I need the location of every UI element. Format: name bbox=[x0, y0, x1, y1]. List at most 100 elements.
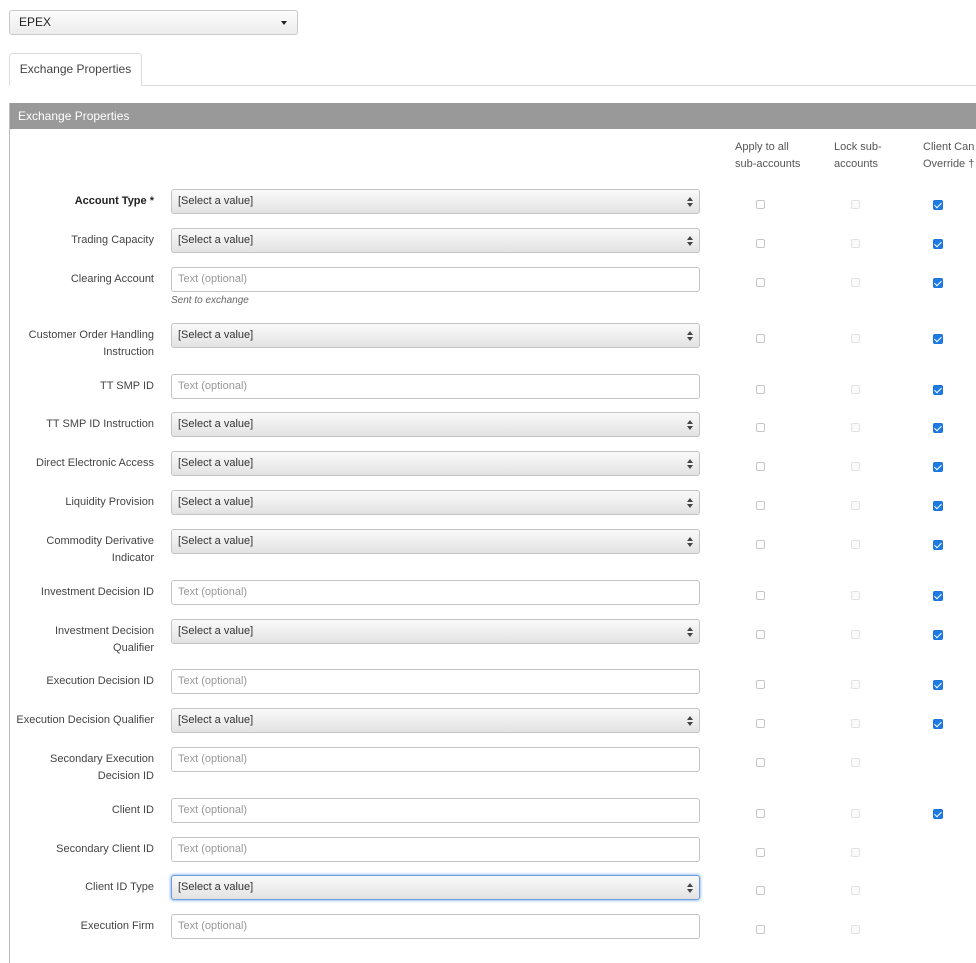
lock-sub-accounts-checkbox[interactable] bbox=[851, 925, 860, 934]
lock-sub-accounts-checkbox[interactable] bbox=[851, 385, 860, 394]
client-can-override-checkbox[interactable] bbox=[933, 334, 943, 344]
field-label: Investment Decision Qualifier bbox=[54, 625, 154, 654]
lock-sub-accounts-checkbox[interactable] bbox=[851, 501, 860, 510]
field-label: Execution Firm bbox=[80, 920, 154, 932]
column-header-apply-all: Apply to all sub-accounts bbox=[735, 141, 801, 170]
caret-down-icon bbox=[281, 21, 287, 25]
apply-to-all-checkbox[interactable] bbox=[756, 848, 765, 857]
client-can-override-checkbox[interactable] bbox=[933, 501, 943, 511]
text-input[interactable]: Text (optional) bbox=[171, 914, 700, 939]
value-select[interactable]: [Select a value] bbox=[171, 323, 700, 348]
lock-sub-accounts-checkbox[interactable] bbox=[851, 423, 860, 432]
field-label: Investment Decision ID bbox=[40, 586, 154, 598]
apply-to-all-checkbox[interactable] bbox=[756, 200, 765, 209]
updown-arrows-icon bbox=[686, 536, 694, 548]
apply-to-all-checkbox[interactable] bbox=[756, 758, 765, 767]
apply-to-all-checkbox[interactable] bbox=[756, 278, 765, 287]
client-can-override-checkbox[interactable] bbox=[933, 239, 943, 249]
lock-sub-accounts-checkbox[interactable] bbox=[851, 591, 860, 600]
client-can-override-checkbox[interactable] bbox=[933, 680, 943, 690]
apply-to-all-checkbox[interactable] bbox=[756, 809, 765, 818]
exchange-select-value: EPEX bbox=[19, 15, 52, 29]
client-can-override-checkbox[interactable] bbox=[933, 200, 943, 210]
updown-arrows-icon bbox=[686, 235, 694, 247]
updown-arrows-icon bbox=[686, 330, 694, 342]
text-input[interactable]: Text (optional) bbox=[171, 747, 700, 772]
text-input[interactable]: Text (optional) bbox=[171, 837, 700, 862]
lock-sub-accounts-checkbox[interactable] bbox=[851, 680, 860, 689]
field-label: TT SMP ID bbox=[100, 380, 154, 392]
text-input[interactable]: Text (optional) bbox=[171, 267, 700, 292]
lock-sub-accounts-checkbox[interactable] bbox=[851, 719, 860, 728]
apply-to-all-checkbox[interactable] bbox=[756, 540, 765, 549]
input-placeholder: Text (optional) bbox=[178, 675, 248, 687]
client-can-override-checkbox[interactable] bbox=[933, 719, 943, 729]
select-placeholder: [Select a value] bbox=[178, 714, 254, 726]
text-input[interactable]: Text (optional) bbox=[171, 669, 700, 694]
client-can-override-checkbox[interactable] bbox=[933, 385, 943, 395]
value-select[interactable]: [Select a value] bbox=[171, 189, 700, 214]
updown-arrows-icon bbox=[686, 458, 694, 470]
client-can-override-checkbox[interactable] bbox=[933, 278, 943, 288]
apply-to-all-checkbox[interactable] bbox=[756, 385, 765, 394]
apply-to-all-checkbox[interactable] bbox=[756, 423, 765, 432]
apply-to-all-checkbox[interactable] bbox=[756, 239, 765, 248]
client-can-override-checkbox[interactable] bbox=[933, 630, 943, 640]
lock-sub-accounts-checkbox[interactable] bbox=[851, 758, 860, 767]
apply-to-all-checkbox[interactable] bbox=[756, 591, 765, 600]
select-placeholder: [Select a value] bbox=[178, 234, 254, 246]
updown-arrows-icon bbox=[686, 715, 694, 727]
field-hint: Sent to exchange bbox=[171, 295, 249, 306]
lock-sub-accounts-checkbox[interactable] bbox=[851, 809, 860, 818]
value-select[interactable]: [Select a value] bbox=[171, 529, 700, 554]
apply-to-all-checkbox[interactable] bbox=[756, 719, 765, 728]
lock-sub-accounts-checkbox[interactable] bbox=[851, 630, 860, 639]
lock-sub-accounts-checkbox[interactable] bbox=[851, 886, 860, 895]
lock-sub-accounts-checkbox[interactable] bbox=[851, 848, 860, 857]
select-placeholder: [Select a value] bbox=[178, 457, 254, 469]
field-label: Account Type * bbox=[74, 195, 154, 207]
client-can-override-checkbox[interactable] bbox=[933, 809, 943, 819]
value-select[interactable]: [Select a value] bbox=[171, 875, 700, 900]
input-placeholder: Text (optional) bbox=[178, 843, 248, 855]
updown-arrows-icon bbox=[686, 882, 694, 894]
apply-to-all-checkbox[interactable] bbox=[756, 334, 765, 343]
text-input[interactable]: Text (optional) bbox=[171, 374, 700, 399]
value-select[interactable]: [Select a value] bbox=[171, 412, 700, 437]
apply-to-all-checkbox[interactable] bbox=[756, 501, 765, 510]
apply-to-all-checkbox[interactable] bbox=[756, 462, 765, 471]
exchange-select[interactable]: EPEX bbox=[9, 10, 298, 35]
select-placeholder: [Select a value] bbox=[178, 418, 254, 430]
value-select[interactable]: [Select a value] bbox=[171, 451, 700, 476]
apply-to-all-checkbox[interactable] bbox=[756, 630, 765, 639]
value-select[interactable]: [Select a value] bbox=[171, 228, 700, 253]
lock-sub-accounts-checkbox[interactable] bbox=[851, 239, 860, 248]
lock-sub-accounts-checkbox[interactable] bbox=[851, 540, 860, 549]
value-select[interactable]: [Select a value] bbox=[171, 708, 700, 733]
client-can-override-checkbox[interactable] bbox=[933, 540, 943, 550]
field-label: Liquidity Provision bbox=[65, 496, 154, 508]
text-input[interactable]: Text (optional) bbox=[171, 580, 700, 605]
apply-to-all-checkbox[interactable] bbox=[756, 925, 765, 934]
select-placeholder: [Select a value] bbox=[178, 496, 254, 508]
apply-to-all-checkbox[interactable] bbox=[756, 680, 765, 689]
client-can-override-checkbox[interactable] bbox=[933, 462, 943, 472]
select-placeholder: [Select a value] bbox=[178, 625, 254, 637]
client-can-override-checkbox[interactable] bbox=[933, 591, 943, 601]
updown-arrows-icon bbox=[686, 419, 694, 431]
apply-to-all-checkbox[interactable] bbox=[756, 886, 765, 895]
updown-arrows-icon bbox=[686, 196, 694, 208]
lock-sub-accounts-checkbox[interactable] bbox=[851, 334, 860, 343]
value-select[interactable]: [Select a value] bbox=[171, 490, 700, 515]
input-placeholder: Text (optional) bbox=[178, 380, 248, 392]
lock-sub-accounts-checkbox[interactable] bbox=[851, 462, 860, 471]
value-select[interactable]: [Select a value] bbox=[171, 619, 700, 644]
lock-sub-accounts-checkbox[interactable] bbox=[851, 278, 860, 287]
field-label: Secondary Execution Decision ID bbox=[50, 753, 154, 782]
text-input[interactable]: Text (optional) bbox=[171, 798, 700, 823]
tab-exchange-properties[interactable]: Exchange Properties bbox=[9, 53, 142, 86]
select-placeholder: [Select a value] bbox=[178, 535, 254, 547]
client-can-override-checkbox[interactable] bbox=[933, 423, 943, 433]
lock-sub-accounts-checkbox[interactable] bbox=[851, 200, 860, 209]
tab-bar-divider bbox=[9, 85, 976, 86]
